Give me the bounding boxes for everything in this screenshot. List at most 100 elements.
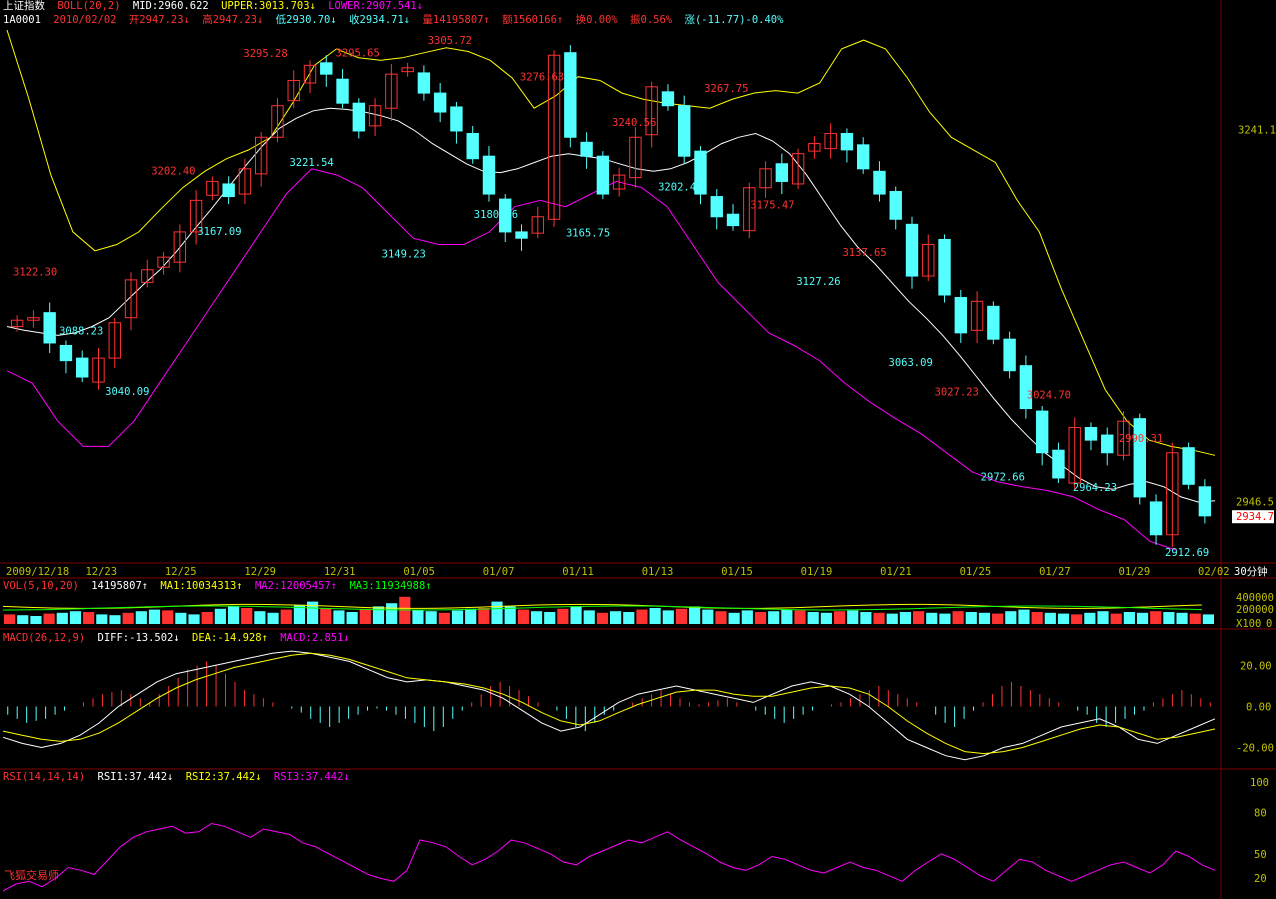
volume-bar [715,611,727,624]
price-annotation-label: 3040.09 [105,386,149,398]
candle-body [1182,447,1195,485]
rsi-axis-tick-label: 50 [1254,849,1267,861]
volume-bar [1018,609,1030,624]
price-annotation-label: 2972.66 [981,471,1025,483]
candle-body [710,196,723,218]
candle-body [1133,418,1146,498]
price-annotation-label: 3180.46 [474,209,518,221]
date-axis-tick-label: 2009/12/18 [6,566,69,578]
volume-bar [359,608,371,624]
price-annotation-label: 2912.69 [1165,547,1209,559]
volume-bar [1097,611,1109,624]
volume-bar [662,610,674,624]
volume-bar [135,611,147,624]
price-annotation-label: 3167.09 [197,226,241,238]
volume-bar [1163,612,1175,624]
volume-bar [899,612,911,624]
stock-chart-canvas[interactable]: 3122.30 3088.23 3040.09 3202.40 3167.09 3295.… [0,0,1276,899]
volume-bar [557,608,569,624]
volume-bar [320,608,332,624]
date-axis-tick-label: 12/31 [324,566,356,578]
volume-bar [372,606,385,624]
date-axis-tick-label: 01/05 [403,566,435,578]
date-axis-tick-label: 01/27 [1039,566,1071,578]
volume-bar [873,612,885,624]
price-annotation-label: 3240.56 [612,117,656,129]
volume-bar [465,608,477,624]
volume-bar [386,603,398,624]
candle-body [564,52,577,138]
candle-body [678,105,691,157]
date-axis-tick-label: 02/02 [1198,566,1230,578]
rsi-axis-tick-label: 20 [1254,873,1267,885]
volume-bar [939,613,951,624]
price-annotation-label: 3063.09 [889,357,933,369]
candle-body [1052,449,1065,479]
volume-bar [1189,613,1201,624]
date-axis-tick-label: 01/25 [960,566,992,578]
volume-bar [307,601,319,624]
rsi-line [2,822,1216,892]
date-axis-tick-label: 01/13 [642,566,674,578]
candle-body [1035,410,1049,454]
vol-axis-tick-label: 0 [1266,618,1272,630]
candle-body [417,72,431,94]
vol-axis-tick-label: X100 [1236,618,1261,630]
volume-bar [913,611,925,624]
volume-bar [583,610,595,624]
volume-bar [570,606,582,624]
volume-bar [807,612,819,624]
volume-bar [175,612,187,624]
volume-bar [43,613,55,624]
volume-bar [241,608,253,624]
candle-body [987,305,1000,340]
volume-bar [122,612,134,624]
volume-bar [96,614,108,624]
candle-body [482,155,496,195]
volume-bar [623,612,635,624]
volume-bar [702,609,714,624]
price-annotation-label: 3175.47 [750,199,794,211]
volume-bar [926,612,938,624]
candle-body [938,238,951,296]
volume-bar [1084,612,1096,624]
date-axis-tick-label: 01/19 [801,566,833,578]
vol-axis-tick-label: 400000 [1236,592,1274,604]
candle-body [1019,365,1033,410]
volume-bar [1057,613,1070,624]
candle-body [76,357,89,378]
price-annotation-label: 3305.72 [428,35,472,47]
date-axis-tick-label: 01/07 [483,566,515,578]
volume-bar [412,609,424,624]
volume-bar [530,611,543,624]
rsi-axis-tick-label: 80 [1254,808,1267,820]
volume-bar [30,616,42,624]
volume-bar [610,611,622,624]
price-annotation-label: 2964.23 [1073,482,1117,494]
date-axis-tick-label: 01/21 [880,566,912,578]
volume-bar [1202,614,1214,624]
volume-bar [227,606,240,624]
volume-bar [992,613,1004,624]
candle-body [222,183,235,198]
price-annotation-label: 3024.70 [1027,390,1071,402]
candle-body [352,102,366,132]
rsi-axis-tick-label: 100 [1250,777,1269,789]
boll-lower-line [6,168,1176,551]
price-annotation-label: 3027.23 [935,386,979,398]
price-annotation-label: 3149.23 [382,248,426,260]
volume-bar [1110,613,1122,624]
candle-body [450,106,463,132]
candle-body [466,132,479,160]
price-annotation-label: 3122.30 [13,266,57,278]
volume-bar [148,609,161,624]
volume-bar [1005,611,1017,624]
volume-bar [1031,612,1043,624]
volume-bar [847,610,859,624]
macd-axis-tick-label: -20.00 [1236,743,1274,755]
volume-bar [214,608,226,624]
volume-bar [781,609,793,624]
volume-bar [56,612,68,624]
candle-body [873,170,886,195]
price-annotation-label: 3202.40 [151,165,195,177]
